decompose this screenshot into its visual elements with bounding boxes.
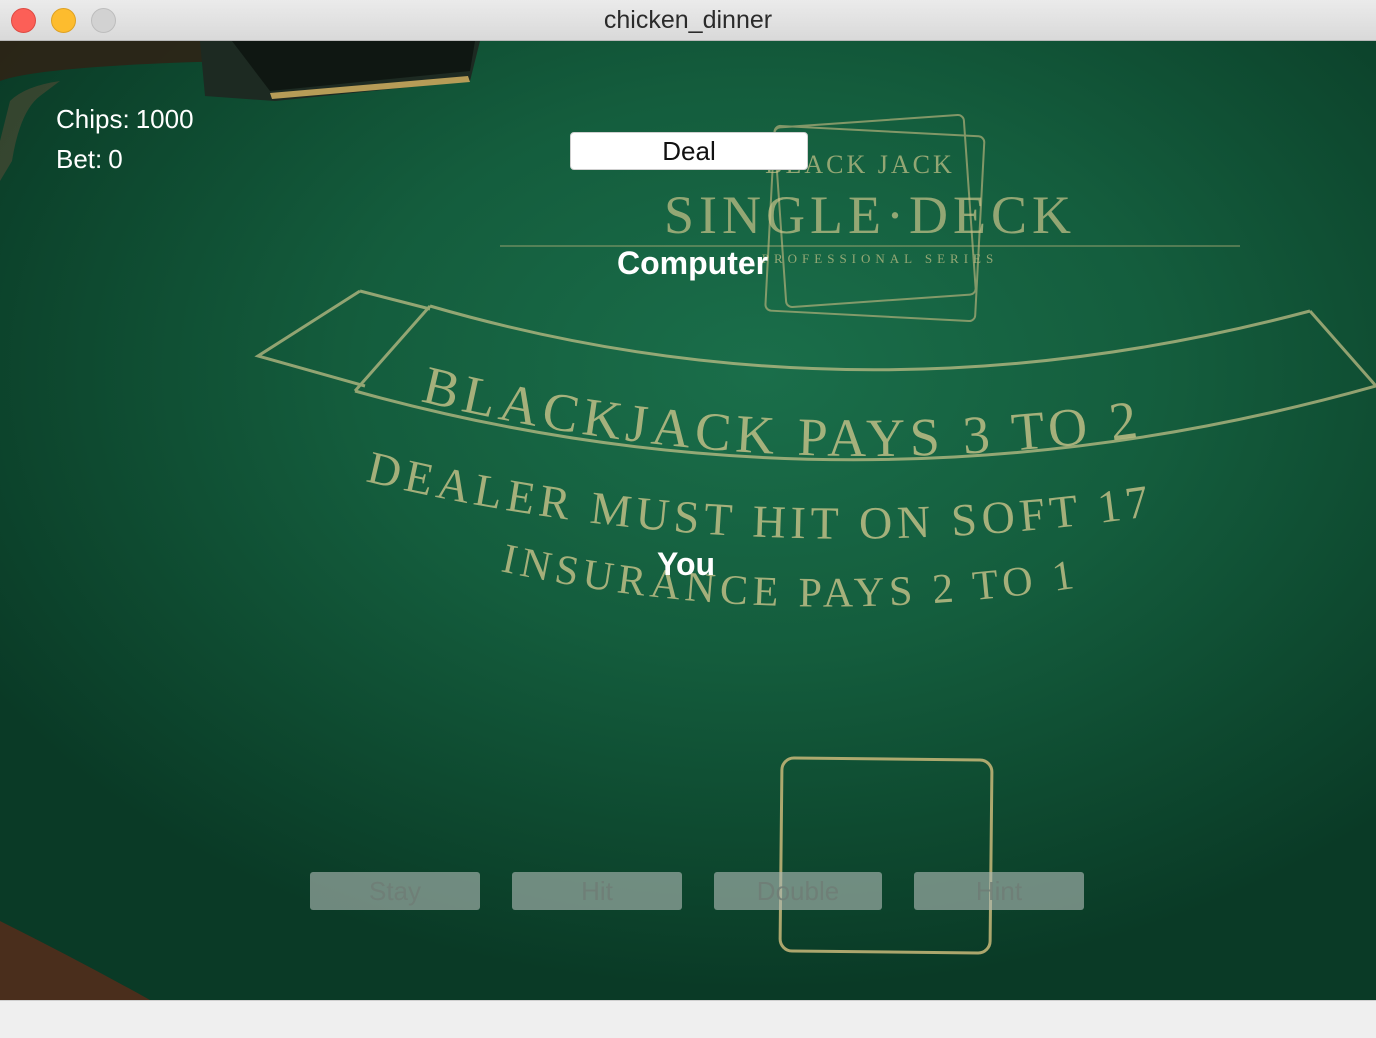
blackjack-table: BLACK JACK SINGLE·DECK PROFESSIONAL SERI… — [0, 41, 1376, 1000]
insurance-rule-text: INSURANCE PAYS 2 TO 1 — [498, 536, 1082, 617]
chips-label: Chips: — [56, 104, 130, 134]
hint-button[interactable]: Hint — [914, 872, 1084, 910]
chips-display: Chips: 1000 — [56, 104, 194, 135]
stay-button[interactable]: Stay — [310, 872, 480, 910]
banner-text: BLACKJACK PAYS 3 TO 2 — [417, 354, 1145, 468]
chips-value: 1000 — [135, 104, 194, 134]
double-button[interactable]: Double — [714, 872, 882, 910]
table-felt-print: BLACK JACK SINGLE·DECK PROFESSIONAL SERI… — [0, 41, 1376, 1000]
logo-sub-text: PROFESSIONAL SERIES — [762, 251, 998, 266]
window-bottom-bar — [0, 1000, 1376, 1038]
dealer-label: Computer — [617, 245, 769, 281]
table-rail-top — [0, 41, 235, 81]
window-title: chicken_dinner — [603, 6, 773, 34]
bet-label: Bet: — [56, 144, 103, 174]
window-titlebar: chicken_dinner — [0, 0, 1376, 41]
bet-display: Bet: 0 — [56, 144, 123, 175]
betting-box[interactable] — [778, 756, 994, 955]
deal-button[interactable]: Deal — [570, 132, 808, 170]
hit-button[interactable]: Hit — [512, 872, 682, 910]
table-rail-bottom — [0, 921, 150, 1000]
card-shoe — [200, 41, 480, 101]
player-label: You — [657, 546, 716, 582]
bet-value: 0 — [108, 144, 123, 174]
logo-main-text: SINGLE·DECK — [664, 185, 1076, 245]
